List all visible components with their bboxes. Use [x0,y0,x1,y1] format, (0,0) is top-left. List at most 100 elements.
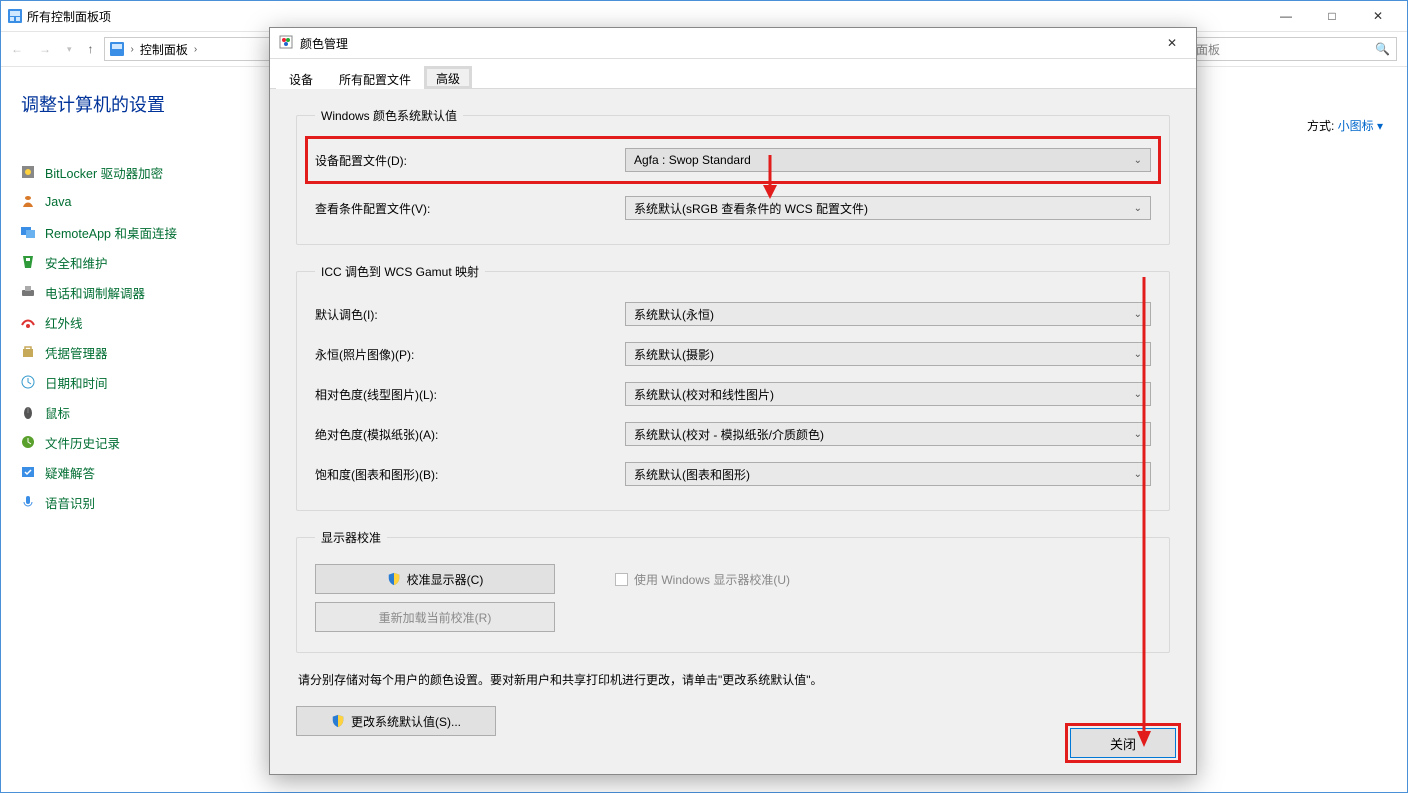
item-label: 语音识别 [45,493,95,512]
dialog-footer: 关闭 [1070,728,1176,758]
item-icon [19,193,37,211]
select-viewing-conditions[interactable]: 系统默认(sRGB 查看条件的 WCS 配置文件)⌄ [625,196,1151,220]
note-text: 请分别存储对每个用户的颜色设置。要对新用户和共享打印机进行更改，请单击"更改系统… [298,671,1170,688]
item-icon [19,223,37,241]
window-controls: — □ ✕ [1263,1,1401,31]
item-label: Java [45,195,71,209]
chevron-down-icon: ⌄ [1134,155,1142,166]
control-panel-item[interactable]: 语音识别 [19,487,249,517]
control-panel-item[interactable]: RemoteApp 和桌面连接 [19,217,249,247]
maximize-button[interactable]: □ [1309,1,1355,31]
close-window-button[interactable]: ✕ [1355,1,1401,31]
gamut-mapping-row: 饱和度(图表和图形)(B):系统默认(图表和图形)⌄ [315,454,1151,494]
control-panel-item-list: BitLocker 驱动器加密 Java RemoteApp 和桌面连接安全和维护电… [19,157,249,517]
breadcrumb-item[interactable]: 控制面板 [140,41,188,58]
up-button[interactable]: ↑ [88,42,94,56]
gamut-mapping-row: 默认调色(I):系统默认(永恒)⌄ [315,294,1151,334]
dialog-body: 设备 所有配置文件 高级 Windows 颜色系统默认值 设备配置文件(D): … [270,58,1196,774]
control-panel-item[interactable]: 凭据管理器 [19,337,249,367]
row-label: 相对色度(线型图片)(L): [315,386,625,403]
forward-button[interactable]: → [39,42,51,56]
row-select[interactable]: 系统默认(校对和线性图片)⌄ [625,382,1151,406]
color-management-dialog: 颜色管理 ✕ 设备 所有配置文件 高级 Windows 颜色系统默认值 设备配置… [269,27,1197,775]
advanced-tab-panel: Windows 颜色系统默认值 设备配置文件(D): Agfa : Swop S… [270,89,1196,750]
window-title: 所有控制面板项 [27,8,111,25]
item-label: 凭据管理器 [45,343,108,362]
item-icon [19,493,37,511]
item-label: 红外线 [45,313,83,332]
gamut-mapping-row: 绝对色度(模拟纸张)(A):系统默认(校对 - 模拟纸张/介质颜色)⌄ [315,414,1151,454]
dialog-ok-close-button[interactable]: 关闭 [1070,728,1176,758]
control-panel-item[interactable]: BitLocker 驱动器加密 [19,157,249,187]
viewby-label: 方式: [1307,119,1334,133]
item-label: 安全和维护 [45,253,108,272]
search-input[interactable]: 制面板 🔍 [1177,37,1397,61]
control-panel-item[interactable]: 安全和维护 [19,247,249,277]
control-panel-item[interactable]: 疑难解答 [19,457,249,487]
minimize-button[interactable]: — [1263,1,1309,31]
control-panel-item[interactable]: 鼠标 [19,397,249,427]
chevron-down-icon: ⌄ [1134,203,1142,214]
row-label: 饱和度(图表和图形)(B): [315,466,625,483]
dialog-close-button[interactable]: ✕ [1156,31,1188,55]
history-dropdown[interactable]: ▾ [67,44,72,55]
tab-all-profiles[interactable]: 所有配置文件 [326,66,424,89]
row-select[interactable]: 系统默认(校对 - 模拟纸张/介质颜色)⌄ [625,422,1151,446]
label-viewing-conditions: 查看条件配置文件(V): [315,200,625,217]
uac-shield-icon [387,572,401,586]
viewby-dropdown[interactable]: 小图标 ▾ [1338,119,1383,133]
item-label: 疑难解答 [45,463,95,482]
color-management-icon [278,34,294,53]
item-label: 文件历史记录 [45,433,120,452]
row-select[interactable]: 系统默认(永恒)⌄ [625,302,1151,326]
gamut-mapping-row: 相对色度(线型图片)(L):系统默认(校对和线性图片)⌄ [315,374,1151,414]
item-icon [19,463,37,481]
item-label: RemoteApp 和桌面连接 [45,223,177,242]
control-panel-icon [7,8,23,24]
item-label: 电话和调制解调器 [45,283,145,302]
change-system-defaults-button[interactable]: 更改系统默认值(S)... [296,706,496,736]
addr-control-panel-icon [109,41,125,57]
chevron-down-icon: ⌄ [1134,429,1142,440]
control-panel-item[interactable]: Java [19,187,249,217]
search-icon: 🔍 [1375,42,1390,56]
item-icon [19,433,37,451]
item-icon [19,343,37,361]
control-panel-item[interactable]: 红外线 [19,307,249,337]
row-select[interactable]: 系统默认(图表和图形)⌄ [625,462,1151,486]
dialog-titlebar: 颜色管理 ✕ [270,28,1196,58]
item-icon [19,403,37,421]
item-label: BitLocker 驱动器加密 [45,163,163,182]
view-by: 方式: 小图标 ▾ [1307,117,1383,134]
chevron-right-icon: › [131,44,134,55]
chevron-down-icon: ⌄ [1134,469,1142,480]
row-select[interactable]: 系统默认(摄影)⌄ [625,342,1151,366]
use-windows-calibration-checkbox[interactable]: 使用 Windows 显示器校准(U) [615,571,790,588]
group-legend: 显示器校准 [315,529,387,546]
chevron-right-icon: › [194,44,197,55]
control-panel-item[interactable]: 日期和时间 [19,367,249,397]
dialog-title: 颜色管理 [300,35,348,52]
control-panel-window: 所有控制面板项 — □ ✕ ← → ▾ ↑ › 控制面板 › 制面板 🔍 [0,0,1408,793]
item-icon [19,313,37,331]
group-legend: ICC 调色到 WCS Gamut 映射 [315,263,485,280]
checkbox-icon [615,573,628,586]
calibrate-display-button[interactable]: 校准显示器(C) [315,564,555,594]
tab-advanced[interactable]: 高级 [424,66,472,89]
control-panel-item[interactable]: 文件历史记录 [19,427,249,457]
row-label: 绝对色度(模拟纸张)(A): [315,426,625,443]
group-icc-wcs-gamut-mapping: ICC 调色到 WCS Gamut 映射 默认调色(I):系统默认(永恒)⌄永恒… [296,263,1170,511]
reload-current-calibration-button: 重新加载当前校准(R) [315,602,555,632]
control-panel-item[interactable]: 电话和调制解调器 [19,277,249,307]
chevron-down-icon: ⌄ [1134,389,1142,400]
row-device-profile: 设备配置文件(D): Agfa : Swop Standard⌄ [307,138,1159,182]
select-device-profile[interactable]: Agfa : Swop Standard⌄ [625,148,1151,172]
item-icon [19,253,37,271]
group-legend: Windows 颜色系统默认值 [315,107,463,124]
back-button[interactable]: ← [11,42,23,56]
item-icon [19,163,37,181]
group-display-calibration: 显示器校准 校准显示器(C) 使用 Windows 显示器校准(U) [296,529,1170,653]
tab-devices[interactable]: 设备 [276,66,326,89]
row-viewing-conditions-profile: 查看条件配置文件(V): 系统默认(sRGB 查看条件的 WCS 配置文件)⌄ [315,188,1151,228]
chevron-down-icon: ⌄ [1134,349,1142,360]
